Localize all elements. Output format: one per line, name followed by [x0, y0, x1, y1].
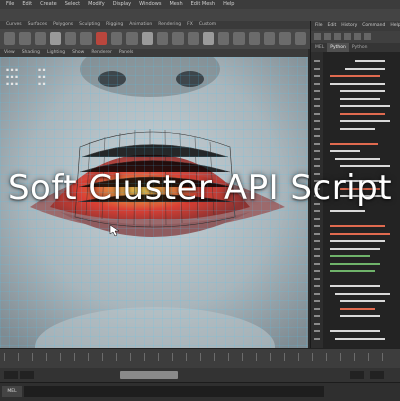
viewport-menu-item[interactable]: Renderer	[91, 49, 112, 57]
tool-icon[interactable]	[279, 32, 291, 45]
command-input[interactable]	[24, 386, 324, 397]
script-menu-item[interactable]: File	[315, 21, 323, 31]
tool-icon[interactable]	[111, 32, 123, 45]
end-frame-field[interactable]	[370, 371, 384, 379]
menu-item[interactable]: Modify	[88, 0, 105, 9]
tool-icon[interactable]	[34, 32, 46, 45]
script-menu-item[interactable]: Command	[362, 21, 385, 31]
tool-icon[interactable]	[80, 32, 92, 45]
tool-icon[interactable]	[19, 32, 31, 45]
tool-icon[interactable]	[248, 32, 261, 45]
range-end-field[interactable]	[350, 371, 364, 379]
tool-icon[interactable]	[364, 33, 371, 40]
time-slider[interactable]	[0, 348, 400, 369]
range-slider-handle[interactable]	[120, 371, 178, 379]
tool-icon[interactable]	[334, 33, 341, 40]
shelf-tab[interactable]: Custom	[199, 21, 216, 29]
tab-mel[interactable]: MEL	[315, 43, 324, 52]
shelf-tab[interactable]: Polygons	[53, 21, 73, 29]
title-overlay: Soft Cluster API Script	[7, 168, 393, 208]
tool-icon[interactable]	[314, 33, 321, 40]
hud-stats: ▪ ▪ ▪ ▪ ▪ ▪ ▪ ▪ ▪ ▪ ▪ ▪ ▪ ▪ ▪	[6, 68, 46, 87]
tab-python[interactable]: Python	[352, 43, 368, 52]
tool-icon[interactable]	[4, 32, 16, 45]
shelf-tab[interactable]: Animation	[129, 21, 152, 29]
line-number-marks	[314, 60, 320, 340]
menu-item[interactable]: Edit	[22, 0, 32, 9]
script-editor-tabs: MEL Python Python	[311, 43, 400, 52]
tool-icon[interactable]	[126, 32, 138, 45]
script-menu-item[interactable]: History	[341, 21, 357, 31]
script-editor-toolbar	[311, 31, 400, 43]
command-language-label[interactable]: MEL	[2, 386, 22, 397]
viewport-menu-item[interactable]: Panels	[119, 49, 133, 57]
tool-icon[interactable]	[95, 32, 108, 45]
script-editor-menu: File Edit History Command Help	[311, 21, 400, 31]
tool-icon[interactable]	[49, 32, 62, 45]
tool-icon[interactable]	[354, 33, 361, 40]
main-menu-bar: File Edit Create Select Modify Display W…	[0, 0, 400, 9]
menu-item[interactable]: Mesh	[169, 0, 182, 9]
tool-icon[interactable]	[187, 32, 199, 45]
shelf-icon-row	[0, 29, 310, 49]
range-slider	[0, 368, 400, 382]
menu-item[interactable]: Select	[65, 0, 80, 9]
menu-item[interactable]: Edit Mesh	[191, 0, 215, 9]
shelf-tab[interactable]: Rigging	[106, 21, 123, 29]
tool-icon[interactable]	[141, 32, 153, 45]
viewport-menu-item[interactable]: Shading	[22, 49, 40, 57]
shelf-tab[interactable]: Sculpting	[79, 21, 100, 29]
menu-item[interactable]: Help	[223, 0, 234, 9]
menu-item[interactable]: Display	[113, 0, 131, 9]
menu-item[interactable]: Windows	[139, 0, 161, 9]
code-lines	[330, 60, 390, 340]
hud-label: ▪ ▪ ▪	[6, 68, 19, 73]
range-start-field[interactable]	[20, 371, 34, 379]
timeline-ticks	[4, 353, 396, 361]
tool-icon[interactable]	[65, 32, 77, 45]
shelf-tab[interactable]: Curves	[6, 21, 22, 29]
tool-icon[interactable]	[172, 32, 184, 45]
tab-python[interactable]: Python	[327, 43, 349, 52]
viewport-menu: View Shading Lighting Show Renderer Pane…	[0, 49, 308, 57]
tool-icon[interactable]	[156, 32, 169, 45]
tool-icon[interactable]	[233, 32, 245, 45]
menu-item[interactable]: File	[6, 0, 14, 9]
tool-icon[interactable]	[294, 32, 306, 45]
script-menu-item[interactable]: Edit	[328, 21, 337, 31]
menu-item[interactable]: Create	[40, 0, 57, 9]
tool-icon[interactable]	[344, 33, 351, 40]
command-line: MEL	[0, 382, 400, 401]
shelf-tabs: Curves Surfaces Polygons Sculpting Riggi…	[0, 21, 310, 29]
viewport-menu-item[interactable]: View	[4, 49, 15, 57]
shelf-tab[interactable]: FX	[187, 21, 193, 29]
start-frame-field[interactable]	[4, 371, 18, 379]
shelf-tab[interactable]: Surfaces	[28, 21, 48, 29]
viewport-menu-item[interactable]: Show	[72, 49, 84, 57]
script-menu-item[interactable]: Help	[390, 21, 400, 31]
tool-icon[interactable]	[264, 32, 276, 45]
viewport-menu-item[interactable]: Lighting	[47, 49, 65, 57]
tool-icon[interactable]	[202, 32, 215, 45]
shelf-tab[interactable]: Rendering	[158, 21, 181, 29]
tool-icon[interactable]	[218, 32, 230, 45]
tool-icon[interactable]	[324, 33, 331, 40]
